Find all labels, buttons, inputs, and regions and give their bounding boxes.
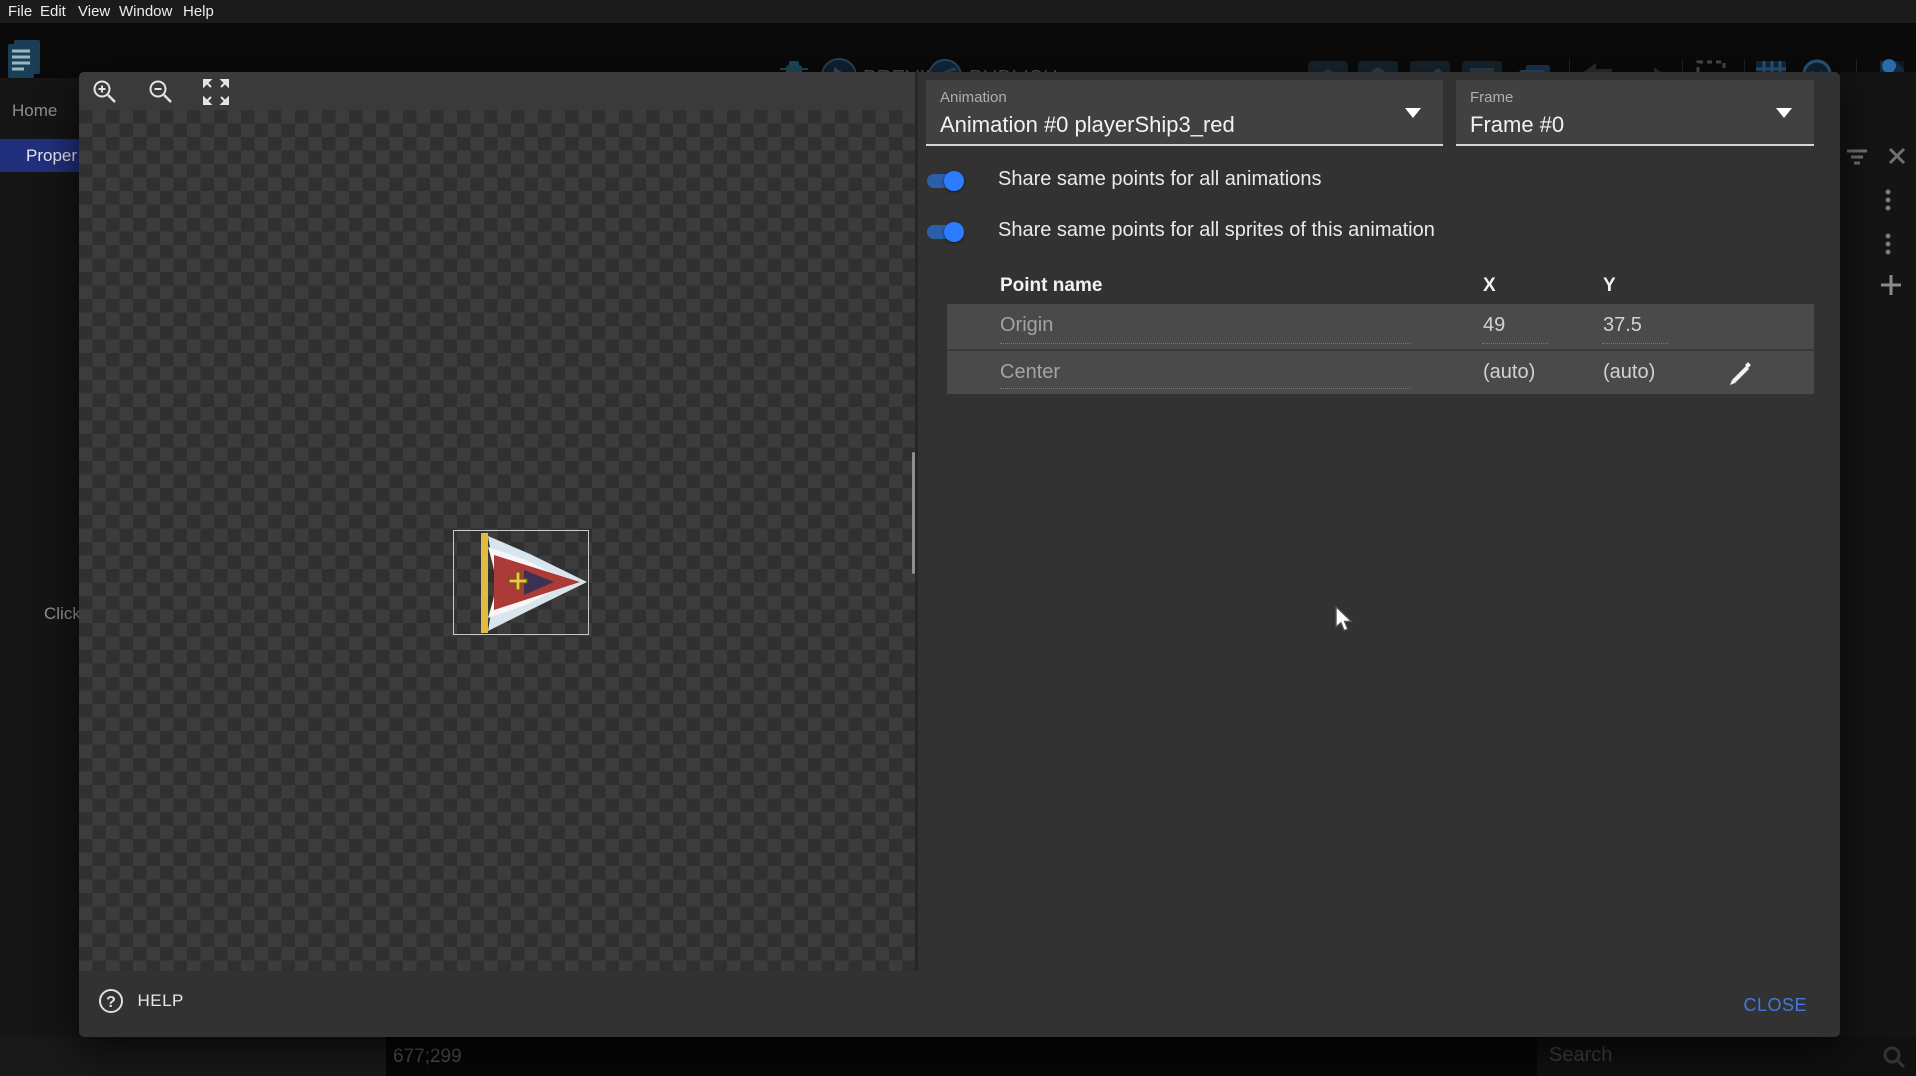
share-points-sprites-toggle[interactable] bbox=[927, 225, 961, 239]
chevron-down-icon bbox=[1776, 108, 1792, 118]
x-field-underline bbox=[1482, 343, 1548, 344]
share-points-sprites-label: Share same points for all sprites of thi… bbox=[998, 219, 1435, 242]
animation-dropdown[interactable]: Animation Animation #0 playerShip3_red bbox=[926, 80, 1443, 146]
table-row-origin[interactable]: Origin 49 37.5 bbox=[947, 304, 1814, 349]
frame-dropdown-label: Frame bbox=[1470, 89, 1513, 106]
menu-edit[interactable]: Edit bbox=[40, 3, 66, 20]
toggle-thumb bbox=[944, 222, 964, 242]
share-points-animations-toggle[interactable] bbox=[927, 174, 961, 188]
cursor-coordinates: 677;299 bbox=[393, 1046, 462, 1068]
help-button[interactable]: ? HELP bbox=[99, 989, 184, 1013]
y-field-underline bbox=[1602, 343, 1668, 344]
x-header: X bbox=[1483, 275, 1496, 297]
search-icon[interactable] bbox=[1882, 1045, 1906, 1069]
player-ship-sprite bbox=[454, 531, 590, 636]
app-window: File Edit View Window Help PREVIEW PUBLI… bbox=[0, 0, 1916, 1076]
dialog-footer: ? HELP CLOSE bbox=[79, 971, 1840, 1037]
frame-dropdown-value: Frame #0 bbox=[1470, 112, 1564, 138]
canvas-toolbar bbox=[79, 72, 915, 110]
menu-bar: File Edit View Window Help bbox=[0, 0, 1916, 23]
objects-panel-edge bbox=[1840, 72, 1916, 1037]
points-table: Origin 49 37.5 Center (auto) (auto) bbox=[947, 304, 1814, 394]
toggle-thumb bbox=[944, 171, 964, 191]
share-points-animations-label: Share same points for all animations bbox=[998, 168, 1322, 191]
left-panel bbox=[0, 78, 80, 1037]
close-button[interactable]: CLOSE bbox=[1743, 995, 1807, 1016]
edit-pencil-icon[interactable] bbox=[1725, 359, 1753, 387]
close-panel-icon[interactable] bbox=[1887, 146, 1907, 166]
name-field-underline bbox=[1000, 388, 1410, 389]
tab-properties[interactable]: Proper bbox=[0, 139, 80, 172]
add-object-icon[interactable] bbox=[1880, 274, 1902, 296]
sprite-canvas[interactable] bbox=[79, 110, 915, 971]
filter-icon[interactable] bbox=[1845, 147, 1869, 167]
point-y-value: (auto) bbox=[1603, 361, 1655, 384]
point-name-value: Origin bbox=[1000, 314, 1053, 337]
properties-hint-text: Click bbox=[44, 604, 81, 624]
name-field-underline bbox=[1000, 343, 1410, 344]
frame-dropdown[interactable]: Frame Frame #0 bbox=[1456, 80, 1814, 146]
fit-to-screen-icon[interactable] bbox=[203, 79, 229, 105]
edit-points-dialog: Animation Animation #0 playerShip3_red F… bbox=[79, 72, 1840, 1037]
chevron-down-icon bbox=[1405, 108, 1421, 118]
search-input[interactable] bbox=[1547, 1043, 1847, 1068]
help-label: HELP bbox=[137, 991, 183, 1010]
search-area bbox=[1537, 1037, 1916, 1076]
point-x-value: (auto) bbox=[1483, 361, 1535, 384]
zoom-in-icon[interactable] bbox=[92, 79, 118, 105]
menu-window[interactable]: Window bbox=[119, 3, 172, 20]
help-icon: ? bbox=[99, 989, 123, 1013]
menu-view[interactable]: View bbox=[78, 3, 110, 20]
point-name-value: Center bbox=[1000, 361, 1060, 384]
table-row-center[interactable]: Center (auto) (auto) bbox=[947, 349, 1814, 394]
points-panel: Animation Animation #0 playerShip3_red F… bbox=[918, 72, 1840, 971]
point-name-header: Point name bbox=[1000, 275, 1102, 297]
menu-help[interactable]: Help bbox=[183, 3, 214, 20]
y-header: Y bbox=[1603, 275, 1616, 297]
tab-properties-label: Proper bbox=[26, 146, 77, 166]
sprite-frame-bounds[interactable] bbox=[453, 530, 589, 635]
more-options-icon[interactable] bbox=[1884, 232, 1892, 256]
animation-dropdown-label: Animation bbox=[940, 89, 1007, 106]
canvas-scrollbar[interactable] bbox=[912, 452, 915, 574]
tab-home[interactable]: Home bbox=[12, 101, 57, 121]
project-file-icon[interactable] bbox=[6, 38, 42, 80]
animation-dropdown-value: Animation #0 playerShip3_red bbox=[940, 112, 1235, 138]
menu-file[interactable]: File bbox=[8, 3, 32, 20]
status-bar: 677;299 bbox=[0, 1037, 1916, 1076]
mouse-cursor bbox=[1334, 606, 1354, 632]
zoom-out-icon[interactable] bbox=[148, 79, 174, 105]
point-y-field[interactable]: 37.5 bbox=[1603, 314, 1642, 337]
main-toolbar: PREVIEW PUBLISH bbox=[0, 23, 1916, 78]
point-x-field[interactable]: 49 bbox=[1483, 314, 1505, 337]
more-options-icon[interactable] bbox=[1884, 188, 1892, 212]
coordinates-strip: 677;299 bbox=[386, 1037, 1537, 1076]
